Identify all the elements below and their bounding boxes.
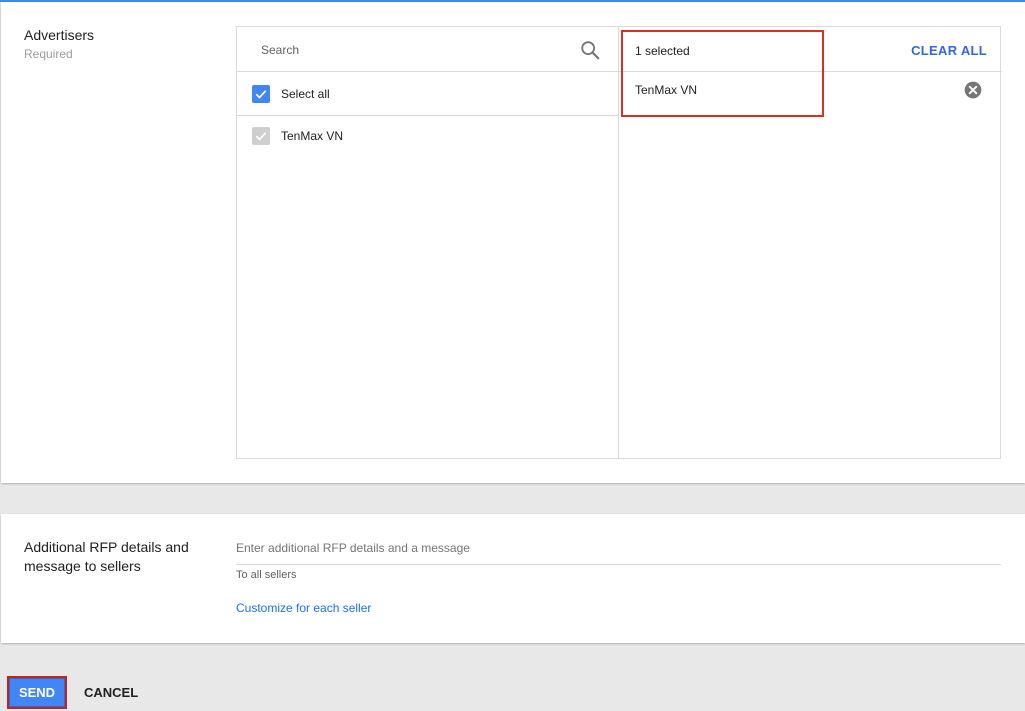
search-icon[interactable] xyxy=(579,39,601,61)
customize-seller-link[interactable]: Customize for each seller xyxy=(236,601,371,615)
search-input[interactable]: Search xyxy=(261,43,299,57)
required-label: Required xyxy=(24,47,73,61)
selected-item-label: TenMax VN xyxy=(635,83,698,97)
rfp-hint: To all sellers xyxy=(236,569,297,581)
selected-count: 1 selected xyxy=(635,44,690,58)
rfp-title-line1: Additional RFP details and xyxy=(24,539,189,555)
select-all-divider xyxy=(237,115,618,116)
send-button[interactable]: SEND xyxy=(7,676,67,709)
advertiser-picker: Search Select all TenMax VN 1 selected C… xyxy=(236,26,1002,459)
select-all-checkbox[interactable] xyxy=(252,85,270,103)
check-icon xyxy=(255,132,267,141)
check-icon xyxy=(255,90,267,99)
cancel-button[interactable]: CANCEL xyxy=(84,685,138,700)
advertiser-checkbox[interactable] xyxy=(252,127,270,145)
advertiser-item-label: TenMax VN xyxy=(281,129,344,143)
rfp-details-card: Additional RFP details and message to se… xyxy=(1,514,1025,643)
clear-all-button[interactable]: CLEAR ALL xyxy=(911,43,987,58)
header-divider xyxy=(237,71,1002,72)
rfp-message-input[interactable]: Enter additional RFP details and a messa… xyxy=(236,541,470,555)
picker-divider xyxy=(618,27,619,458)
rfp-title-line2: message to sellers xyxy=(24,558,141,574)
advertisers-title: Advertisers xyxy=(24,27,95,43)
advertisers-card: Advertisers Required Search Select all T… xyxy=(1,2,1025,483)
select-all-label: Select all xyxy=(281,87,330,101)
rfp-input-underline xyxy=(236,564,1001,565)
close-circle-icon[interactable] xyxy=(963,80,983,100)
